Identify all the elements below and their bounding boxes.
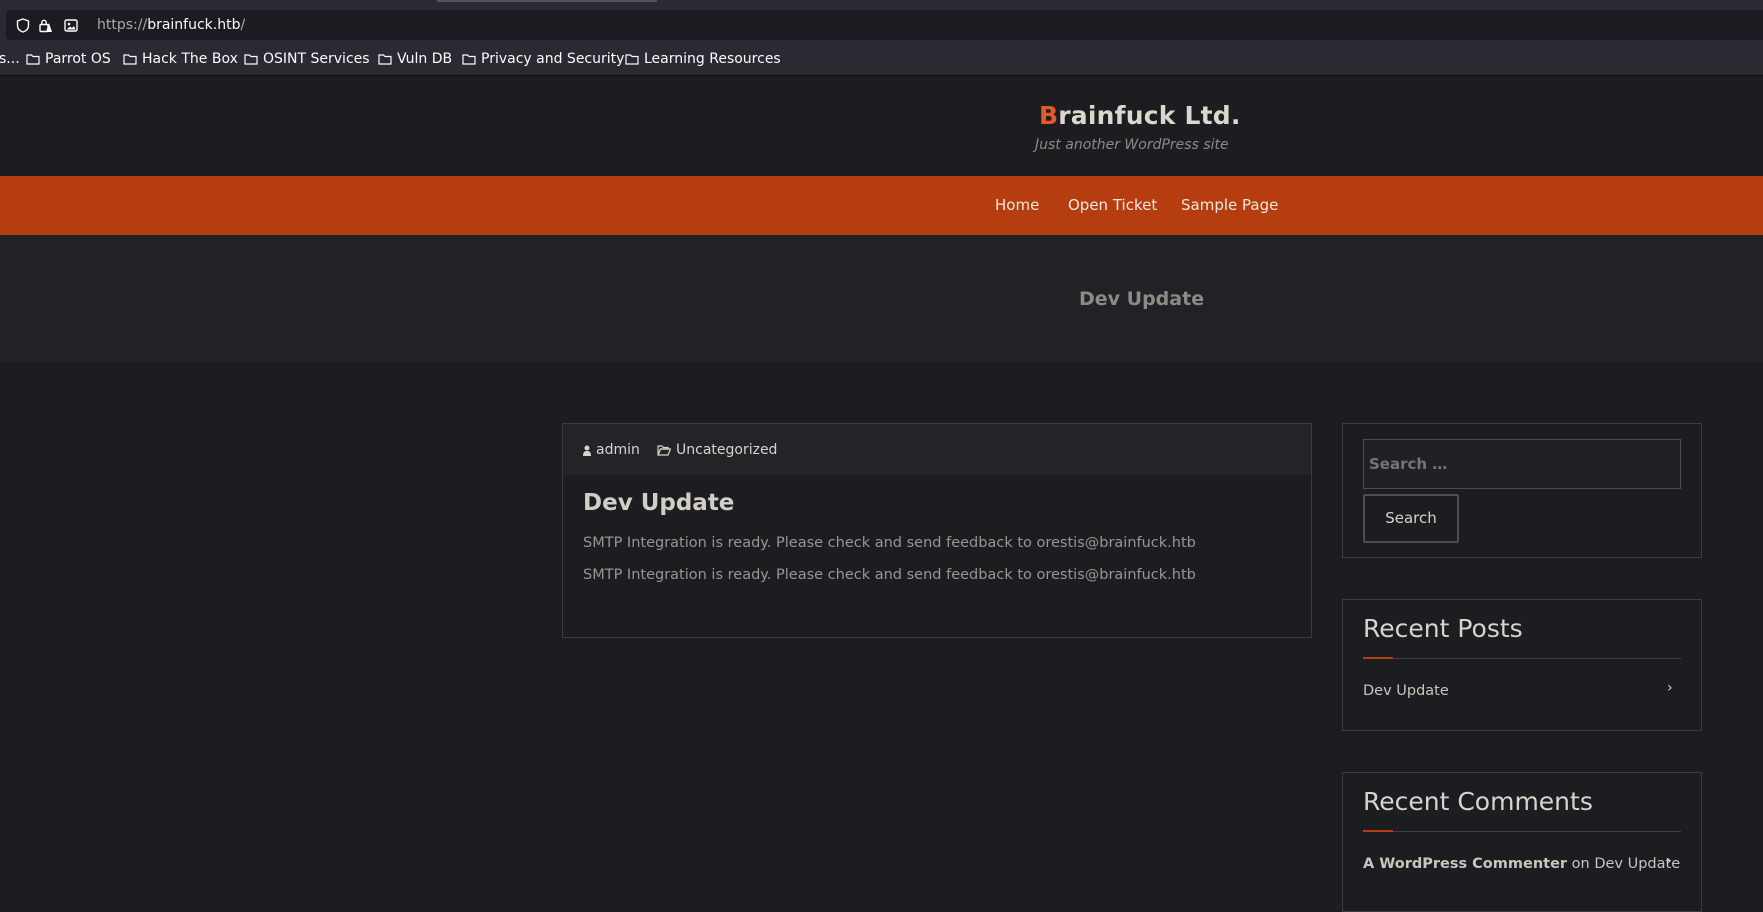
site-tagline: Just another WordPress site [1035, 137, 1229, 153]
brand-initial: B [1039, 101, 1059, 130]
banner-title: Dev Update [1079, 288, 1205, 310]
bookmark-label: Hack The Box [142, 51, 238, 67]
chevron-right-icon: › [1666, 853, 1672, 869]
active-tab-indicator[interactable] [437, 0, 657, 2]
bookmark-vuln-db[interactable]: Vuln DB [378, 51, 452, 67]
site-brand-link[interactable]: Brainfuck Ltd. [1039, 101, 1241, 130]
recent-post-link[interactable]: Dev Update [1363, 683, 1449, 699]
bookmark-label: OSINT Services [263, 51, 370, 67]
post-author[interactable]: admin [583, 442, 640, 458]
post-meta-bar: admin Uncategorized [563, 424, 1311, 475]
folder-open-icon [657, 444, 671, 456]
navigation-toolbar: https://brainfuck.htb/ [0, 7, 1763, 43]
post-paragraph: SMTP Integration is ready. Please check … [583, 567, 1196, 583]
comment-joiner: on [1571, 856, 1590, 872]
chevron-right-icon: › [1667, 680, 1673, 696]
folder-icon [462, 54, 476, 65]
page-banner: Dev Update [0, 235, 1763, 362]
bookmark-truncated[interactable]: s... [0, 51, 20, 67]
main-navigation: Home Open Ticket Sample Page [0, 176, 1763, 235]
bookmark-label: Learning Resources [644, 51, 781, 67]
recent-posts-title: Recent Posts [1363, 614, 1523, 643]
bookmarks-toolbar: s... Parrot OS Hack The Box OSINT Servic… [0, 43, 1763, 76]
address-bar[interactable]: https://brainfuck.htb/ [6, 10, 1763, 40]
bookmark-osint-services[interactable]: OSINT Services [244, 51, 370, 67]
recent-comments-widget: Recent Comments A WordPress Commenter on… [1342, 772, 1702, 912]
user-icon [583, 445, 591, 456]
url-host: brainfuck.htb [147, 17, 241, 33]
folder-icon [625, 54, 639, 65]
bookmark-label: Vuln DB [397, 51, 453, 67]
post-category-name: Uncategorized [676, 442, 778, 458]
bookmark-label: s... [0, 51, 20, 67]
nav-home[interactable]: Home [995, 196, 1039, 214]
post-category[interactable]: Uncategorized [657, 442, 777, 458]
url-scheme: https:// [97, 17, 148, 33]
brand-name: rainfuck Ltd. [1058, 101, 1241, 130]
shield-icon[interactable] [15, 18, 30, 33]
recent-comment-item: A WordPress Commenter on Dev Update [1363, 856, 1680, 872]
post-paragraph: SMTP Integration is ready. Please check … [583, 535, 1196, 551]
url-path: / [240, 17, 246, 33]
recent-comments-title: Recent Comments [1363, 787, 1593, 816]
nav-open-ticket[interactable]: Open Ticket [1068, 196, 1157, 214]
bookmark-label: Privacy and Security [481, 51, 625, 67]
folder-icon [123, 54, 137, 65]
bookmark-label: Parrot OS [45, 51, 111, 67]
bookmark-hack-the-box[interactable]: Hack The Box [123, 51, 238, 67]
url-text[interactable]: https://brainfuck.htb/ [97, 17, 245, 33]
post-title[interactable]: Dev Update [583, 490, 734, 516]
comment-author-link[interactable]: A WordPress Commenter [1363, 856, 1567, 872]
folder-icon [378, 54, 392, 65]
bookmark-learning-resources[interactable]: Learning Resources [625, 51, 781, 67]
search-button[interactable]: Search [1363, 494, 1459, 543]
search-widget: Search [1342, 423, 1702, 558]
bookmark-parrot-os[interactable]: Parrot OS [26, 51, 111, 67]
bookmark-privacy-and-security[interactable]: Privacy and Security [462, 51, 624, 67]
widget-accent-underline [1363, 657, 1393, 659]
nav-sample-page[interactable]: Sample Page [1181, 196, 1278, 214]
widget-divider [1363, 658, 1681, 659]
page-image-icon[interactable] [63, 18, 78, 33]
widget-accent-underline [1363, 830, 1393, 832]
widget-divider [1363, 831, 1681, 832]
recent-posts-widget: Recent Posts Dev Update › [1342, 599, 1702, 731]
search-input[interactable] [1363, 439, 1681, 489]
folder-icon [244, 54, 258, 65]
post-author-name: admin [596, 442, 640, 458]
tab-strip [0, 0, 1763, 7]
site-header: Brainfuck Ltd. Just another WordPress si… [0, 77, 1763, 176]
lock-warning-icon[interactable] [38, 18, 53, 33]
folder-icon [26, 54, 40, 65]
post-card: admin Uncategorized Dev Update SMTP Inte… [562, 423, 1312, 638]
